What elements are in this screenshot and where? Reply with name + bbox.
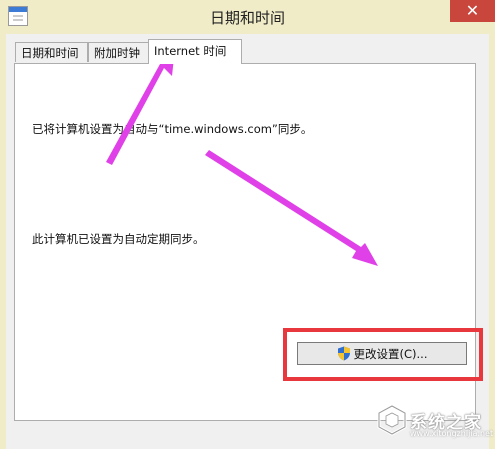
- watermark: 系统之家 www.xitongzhijia.net: [376, 400, 494, 444]
- tab-internet-time[interactable]: Internet 时间: [148, 39, 242, 64]
- arrow-to-internet-time-tab: [106, 48, 175, 165]
- watermark-url: www.xitongzhijia.net: [410, 429, 494, 438]
- xitongzhijia-logo-icon: [377, 404, 407, 436]
- arrow-to-change-settings: [205, 150, 378, 266]
- tab-label: Internet 时间: [154, 44, 227, 58]
- annotation-arrows: [106, 48, 378, 266]
